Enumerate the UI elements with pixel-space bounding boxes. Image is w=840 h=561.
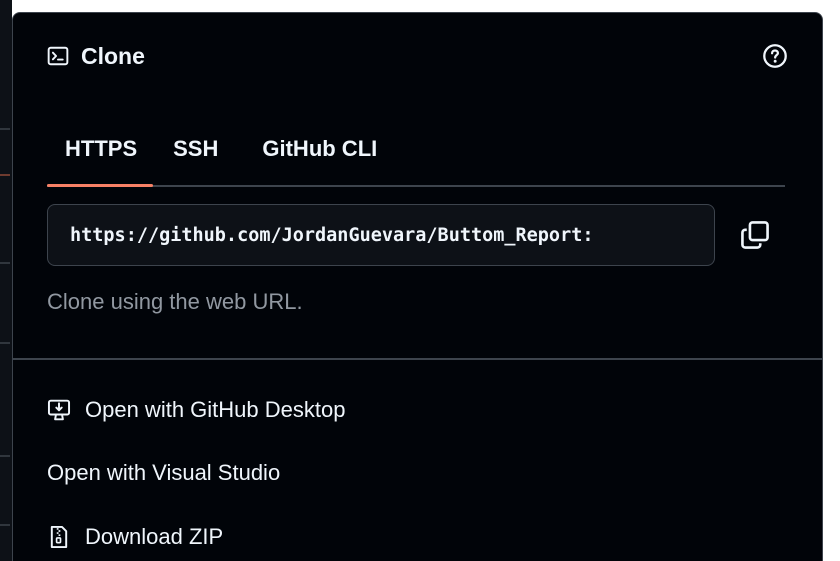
screenshot-stage: Clone HTTPS SSH GitHub CLI https://githu… bbox=[0, 0, 840, 561]
clone-url-row bbox=[47, 203, 788, 267]
desktop-download-icon bbox=[47, 398, 71, 422]
download-zip-item[interactable]: Download ZIP bbox=[47, 517, 223, 557]
clone-title: Clone bbox=[81, 42, 145, 69]
download-zip-label: Download ZIP bbox=[85, 524, 224, 549]
clone-dropdown-panel: Clone HTTPS SSH GitHub CLI https://githu… bbox=[12, 12, 823, 561]
tab-https[interactable]: HTTPS bbox=[47, 113, 154, 187]
background-page bbox=[0, 0, 12, 561]
open-visual-studio-item[interactable]: Open with Visual Studio bbox=[47, 453, 280, 493]
tab-https-label: HTTPS bbox=[65, 136, 138, 161]
clone-hint-text: Clone using the web URL. bbox=[47, 289, 303, 314]
tab-github-cli[interactable]: GitHub CLI bbox=[246, 113, 393, 185]
open-github-desktop-label: Open with GitHub Desktop bbox=[85, 397, 346, 422]
clone-header: Clone bbox=[47, 39, 788, 73]
background-line bbox=[0, 524, 10, 526]
tab-ssh[interactable]: SSH bbox=[153, 113, 246, 185]
background-line bbox=[0, 128, 10, 130]
copy-icon[interactable] bbox=[735, 215, 775, 255]
tab-ssh-label: SSH bbox=[173, 136, 219, 161]
question-circle-icon[interactable] bbox=[762, 43, 788, 69]
open-github-desktop-item[interactable]: Open with GitHub Desktop bbox=[47, 390, 345, 430]
clone-url-input[interactable] bbox=[47, 204, 715, 266]
background-line bbox=[0, 455, 10, 457]
section-divider bbox=[13, 358, 822, 360]
background-line bbox=[0, 262, 10, 264]
background-line bbox=[0, 342, 10, 344]
file-zip-icon bbox=[47, 525, 71, 549]
background-line bbox=[0, 174, 10, 176]
tab-github-cli-label: GitHub CLI bbox=[262, 136, 378, 161]
selected-tab-underline bbox=[47, 184, 154, 187]
clone-tabs: HTTPS SSH GitHub CLI bbox=[47, 113, 785, 187]
open-visual-studio-label: Open with Visual Studio bbox=[47, 460, 281, 485]
terminal-icon bbox=[47, 45, 69, 67]
